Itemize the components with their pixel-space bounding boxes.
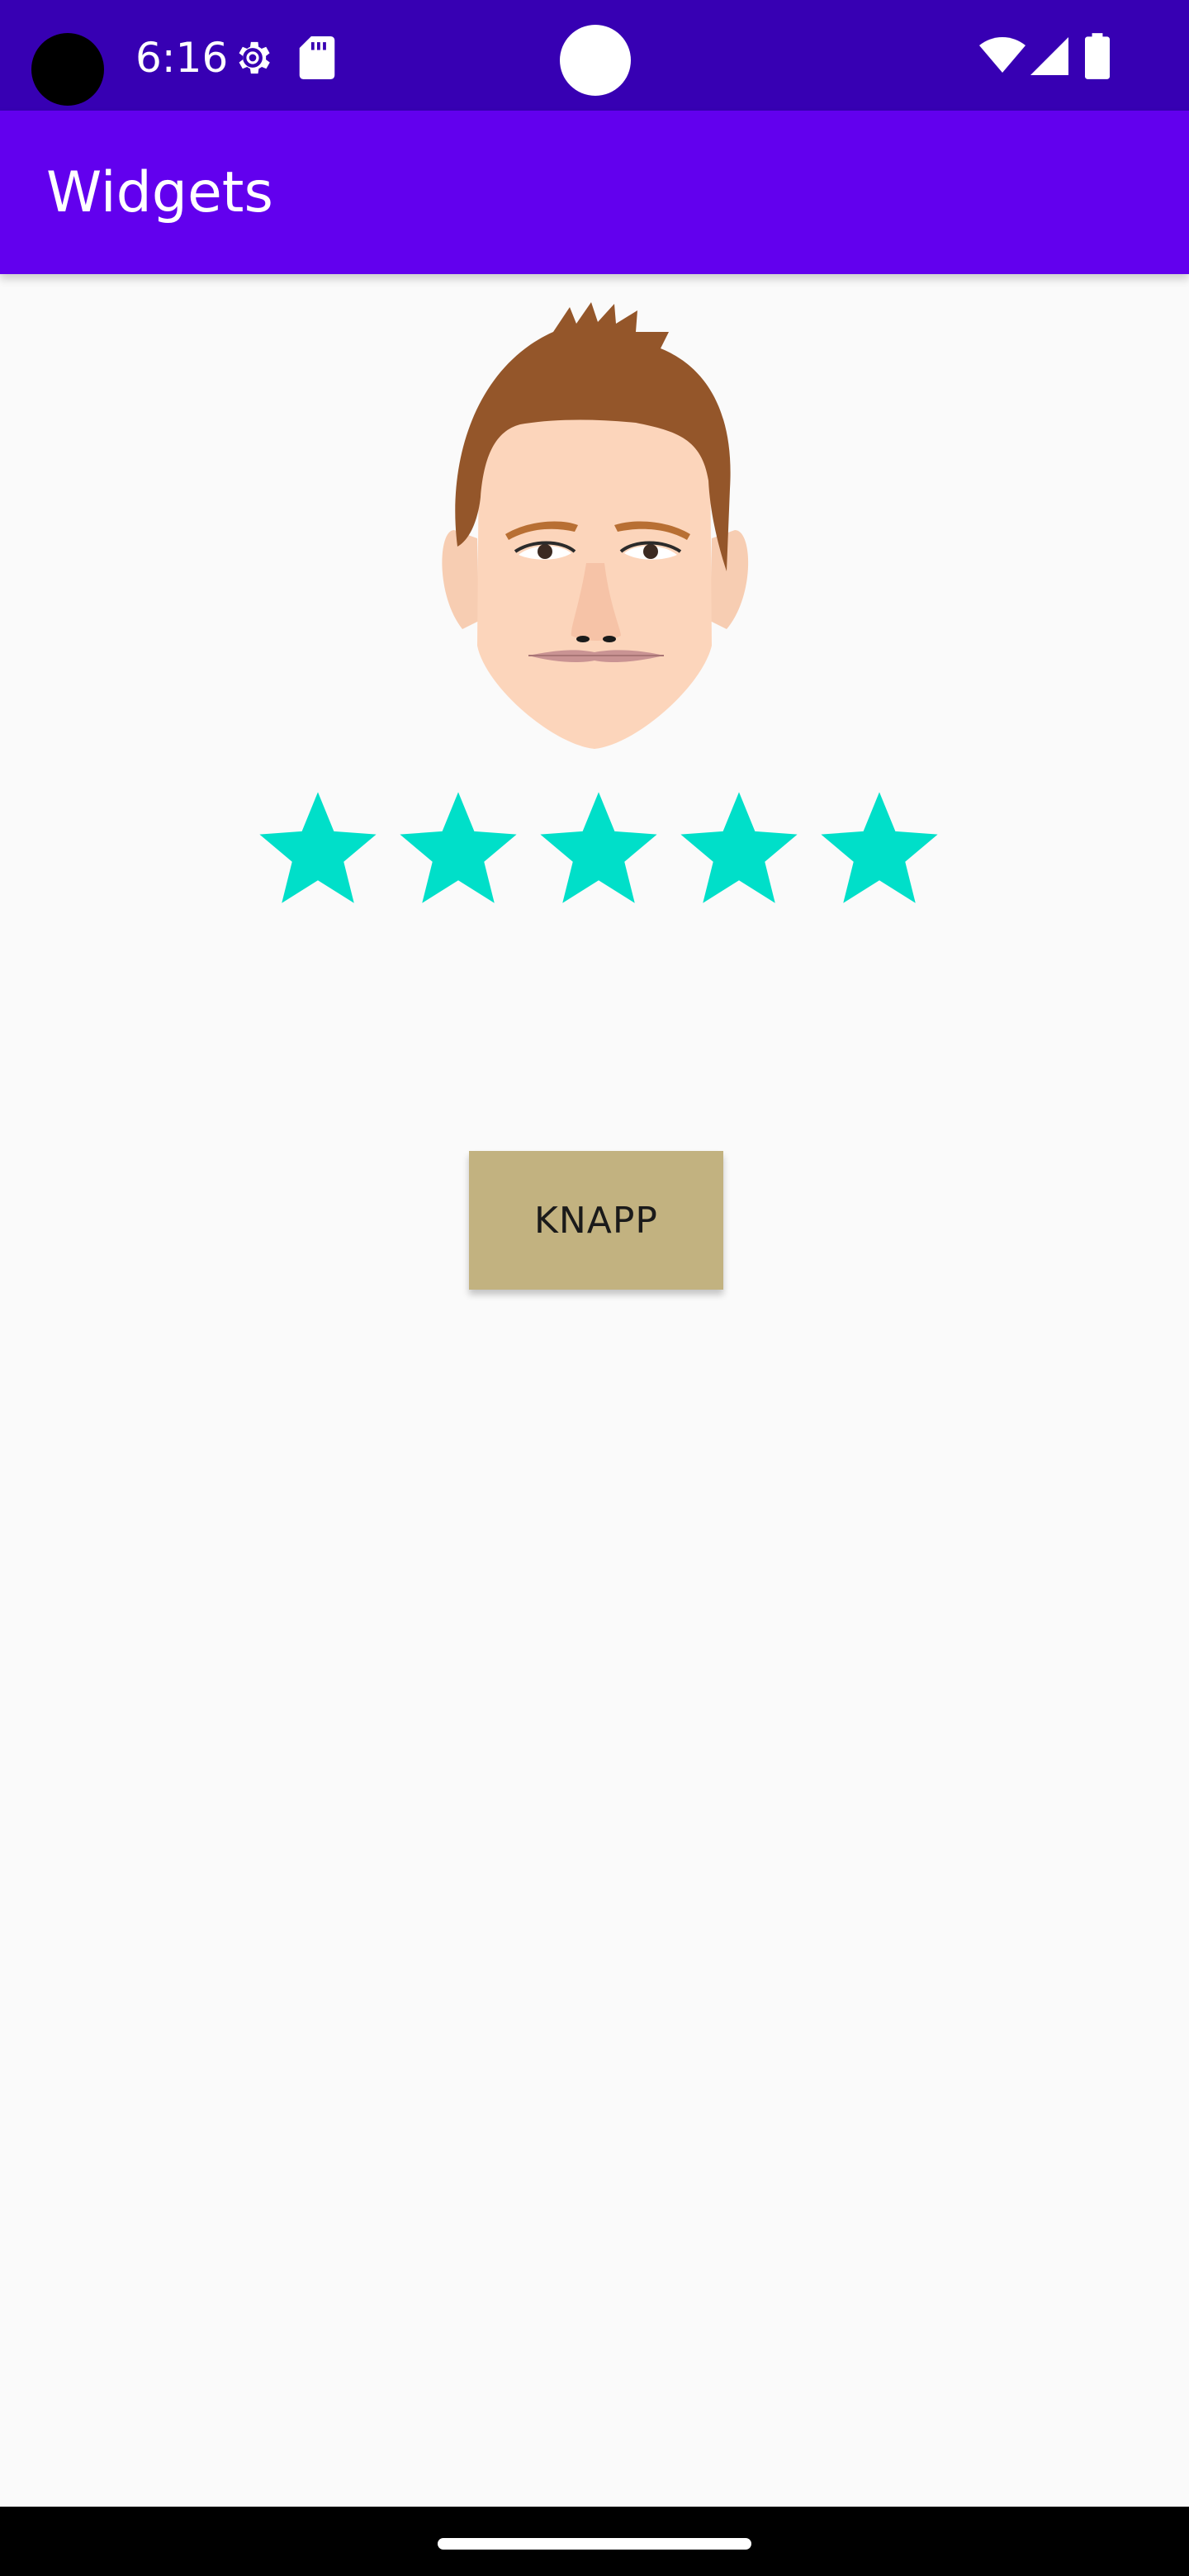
knapp-button[interactable]: KNAPP [469, 1151, 723, 1290]
battery-icon [1085, 33, 1110, 83]
face-avatar-icon [429, 299, 760, 761]
star-icon[interactable] [677, 784, 801, 908]
navigation-bar [0, 2507, 1189, 2576]
home-gesture-handle[interactable] [438, 2538, 751, 2550]
star-rating[interactable] [256, 784, 941, 908]
status-time: 6:16 [135, 34, 229, 82]
status-bar: 6:16 [0, 0, 1189, 111]
wifi-icon [979, 36, 1026, 79]
settings-gear-icon [231, 36, 274, 83]
app-bar: Widgets [0, 111, 1189, 274]
center-indicator-dot [560, 25, 631, 96]
app-title: Widgets [46, 160, 273, 225]
sd-card-icon [299, 36, 335, 83]
cell-signal-icon [1030, 36, 1068, 79]
star-icon[interactable] [256, 784, 380, 908]
star-icon[interactable] [817, 784, 941, 908]
star-icon[interactable] [537, 784, 661, 908]
star-icon[interactable] [396, 784, 520, 908]
front-camera-cutout [31, 33, 104, 106]
